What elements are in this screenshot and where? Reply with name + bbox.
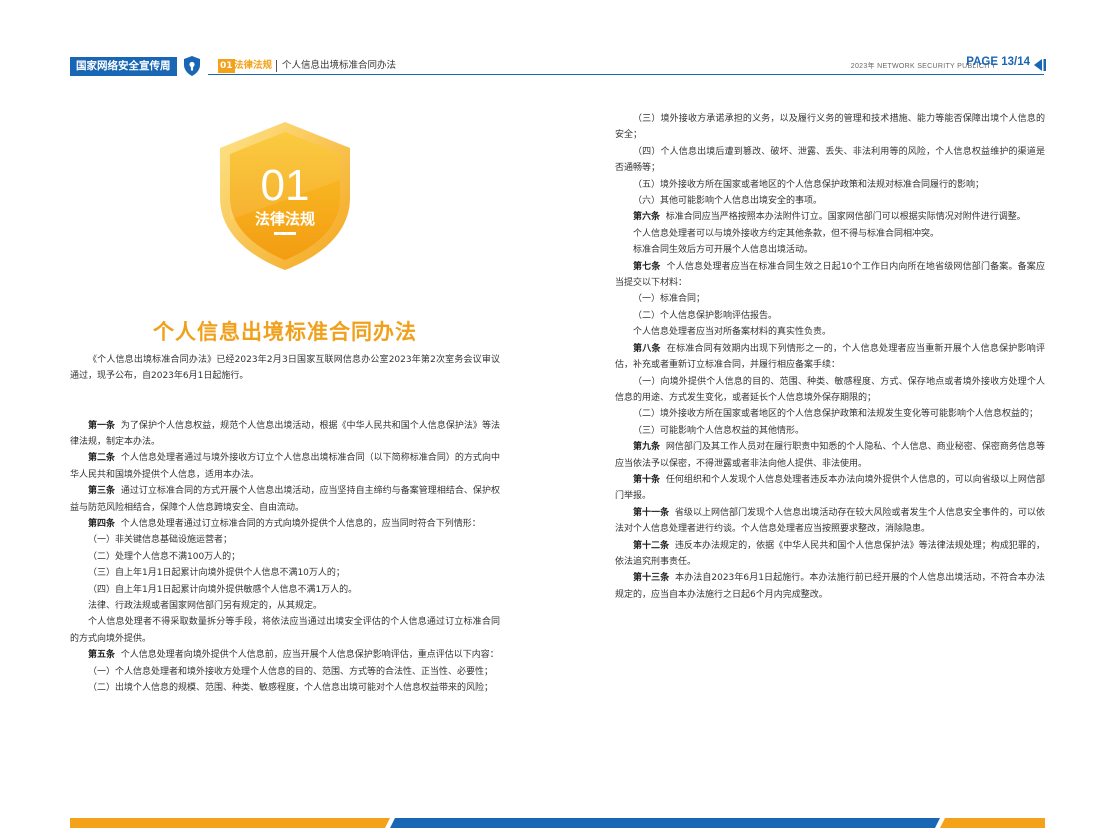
paragraph: 个人信息处理者可以与境外接收方约定其他条款，但不得与标准合同相冲突。	[633, 228, 940, 239]
article-label: 第一条	[88, 420, 116, 431]
article-label: 第九条	[633, 442, 661, 453]
article-9: 第九条 网信部门及其工作人员对在履行职责中知悉的个人隐私、个人信息、商业秘密、保…	[615, 442, 1045, 469]
right-column: （三）境外接收方承诺承担的义务，以及履行义务的管理和技术措施、能力等能否保障出境…	[615, 111, 1045, 603]
paragraph: 法律、行政法规或者国家网信部门另有规定的，从其规定。	[88, 601, 323, 612]
document-title: 个人信息出境标准合同办法	[153, 320, 417, 344]
list-item: （二）出境个人信息的规模、范围、种类、敏感程度，个人信息出境可能对个人信息权益带…	[88, 683, 494, 694]
triangle-left-icon[interactable]	[1034, 59, 1046, 71]
article-6: 第六条 标准合同应当严格按照本办法附件订立。国家网信部门可以根据实际情况对附件进…	[633, 212, 1026, 223]
article-2: 第二条 个人信息处理者通过与境外接收方订立个人信息出境标准合同（以下简称标准合同…	[70, 453, 500, 480]
article-label: 第六条	[633, 212, 661, 223]
list-item: （二）处理个人信息不满100万人的；	[88, 551, 241, 562]
article-12: 第十二条 违反本办法规定的，依据《中华人民共和国个人信息保护法》等法律法规处理；…	[615, 540, 1045, 567]
list-item: （五）境外接收方所在国家或者地区的个人信息保护政策和法规对标准合同履行的影响；	[633, 179, 985, 190]
list-item: （四）自上年1月1日起累计向境外提供敏感个人信息不满1万人的。	[88, 584, 358, 595]
article-13: 第十三条 本办法自2023年6月1日起施行。本办法施行前已经开展的个人信息出境活…	[615, 573, 1045, 600]
article-label: 第十二条	[633, 540, 670, 551]
list-item: （一）标准合同；	[633, 294, 706, 305]
list-item: （三）境外接收方承诺承担的义务，以及履行义务的管理和技术措施、能力等能否保障出境…	[615, 114, 1045, 141]
list-item: （二）境外接收方所在国家或者地区的个人信息保护政策和法规发生变化等可能影响个人信…	[633, 409, 1039, 420]
footer-bar	[70, 818, 1045, 828]
article-label: 第十一条	[633, 507, 670, 518]
list-item: （一）个人信息处理者和境外接收方处理个人信息的目的、范围、方式等的合法性、正当性…	[88, 666, 494, 677]
badge-label: 法律法规	[255, 210, 315, 228]
article-10: 第十条 任何组织和个人发现个人信息处理者违反本办法向境外提供个人信息的，可以向省…	[615, 474, 1045, 502]
list-item: （一）向境外提供个人信息的目的、范围、种类、敏感程度、方式、保存地点或者境外接收…	[615, 376, 1045, 403]
article-label: 第十三条	[633, 573, 670, 584]
section-number: 01	[218, 59, 235, 73]
list-item: （六）其他可能影响个人信息出境安全的事项。	[633, 196, 823, 207]
article-3: 第三条 通过订立标准合同的方式开展个人信息出境活动，应当坚持自主缔约与备案管理相…	[70, 486, 500, 513]
header-doc-title: 个人信息出境标准合同办法	[282, 60, 397, 71]
article-label: 第四条	[88, 519, 116, 530]
preamble: 《个人信息出境标准合同办法》已经2023年2月3日国家互联网信息办公室2023年…	[70, 355, 500, 382]
article-label: 第五条	[88, 650, 116, 661]
header-rule	[208, 74, 1044, 75]
badge-number: 01	[261, 161, 310, 210]
list-item: （四）个人信息出境后遭到篡改、破坏、泄露、丢失、非法利用等的风险，个人信息权益维…	[615, 146, 1045, 174]
list-item: （二）个人信息保护影响评估报告。	[633, 310, 778, 321]
article-label: 第三条	[88, 486, 116, 497]
shield-lock-icon	[184, 56, 200, 76]
brand-label: 国家网络安全宣传周	[70, 57, 177, 76]
article-7: 第七条 个人信息处理者应当在标准合同生效之日起10个工作日内向所在地省级网信部门…	[615, 261, 1045, 289]
page-indicator: PAGE 13/14	[966, 56, 1030, 68]
left-column: 《个人信息出境标准合同办法》已经2023年2月3日国家互联网信息办公室2023年…	[70, 352, 500, 697]
header-separator	[276, 60, 277, 72]
article-1: 第一条 为了保护个人信息权益，规范个人信息出境活动，根据《中华人民共和国个人信息…	[70, 420, 500, 448]
paragraph: 个人信息处理者应当对所备案材料的真实性负责。	[633, 327, 832, 338]
paragraph: 个人信息处理者不得采取数量拆分等手段，将依法应当通过出境安全评估的个人信息通过订…	[70, 617, 500, 644]
section-badge: 01 法律法规	[220, 122, 350, 270]
list-item: （一）非关键信息基础设施运营者；	[88, 535, 233, 546]
list-item: （三）自上年1月1日起累计向境外提供个人信息不满10万人的；	[88, 568, 345, 579]
article-label: 第十条	[633, 474, 661, 485]
article-label: 第七条	[633, 261, 661, 272]
article-label: 第八条	[633, 343, 661, 354]
article-5: 第五条 个人信息处理者向境外提供个人信息前，应当开展个人信息保护影响评估，重点评…	[88, 650, 499, 661]
article-11: 第十一条 省级以上网信部门发现个人信息出境活动存在较大风险或者发生个人信息安全事…	[615, 507, 1045, 535]
paragraph: 标准合同生效后方可开展个人信息出境活动。	[633, 245, 814, 256]
section-name: 法律法规	[234, 60, 273, 71]
article-8: 第八条 在标准合同有效期内出现下列情形之一的，个人信息处理者应当重新开展个人信息…	[615, 343, 1045, 371]
article-4: 第四条 个人信息处理者通过订立标准合同的方式向境外提供个人信息的，应当同时符合下…	[88, 519, 481, 530]
list-item: （三）可能影响个人信息权益的其他情形。	[633, 425, 805, 436]
article-label: 第二条	[88, 453, 116, 464]
